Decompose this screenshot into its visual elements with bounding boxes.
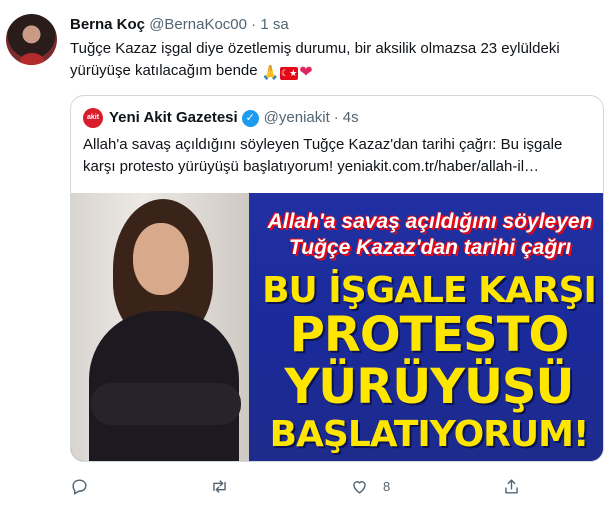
heart-icon (353, 480, 366, 494)
quoted-tweet[interactable]: akit Yeni Akit Gazetesi ✓ @yeniakit · 4s… (70, 95, 604, 462)
photo-face (133, 223, 189, 295)
quoted-author-name[interactable]: Yeni Akit Gazetesi (109, 108, 238, 128)
tweet-body: Tuğçe Kazaz işgal diye özetlemiş durumu,… (70, 40, 560, 79)
red-heart-icon: ❤ (299, 64, 313, 81)
image-big-line1: BU İŞGALE KARŞI (262, 270, 597, 311)
author-handle[interactable]: @BernaKoc00 (149, 16, 247, 33)
reply-icon (72, 478, 87, 495)
image-headline-line1: Allah'a savaş açıldığını söyleyen (267, 210, 593, 233)
image-big-line4: BAŞLATIYORUM! (269, 414, 590, 455)
yeni-akit-logo-icon[interactable]: akit (83, 108, 103, 128)
image-big-line2: PROTESTO (289, 307, 570, 363)
folded-hands-icon: 🙏 (261, 64, 280, 80)
quoted-tweet-text: Allah'a savaş açıldığını söyleyen Tuğçe … (83, 136, 563, 175)
separator-dot: · (333, 109, 339, 126)
woman-photo (71, 193, 249, 461)
share-button[interactable] (502, 474, 521, 498)
image-headline-line2: Tuğçe Kazaz'dan tarihi çağrı (288, 236, 572, 259)
photo-arms (91, 383, 241, 425)
reply-button[interactable] (70, 474, 89, 498)
share-icon (505, 478, 518, 494)
author-name[interactable]: Berna Koç (70, 16, 145, 33)
like-button[interactable]: 8 (350, 474, 390, 498)
image-big-line3: YÜRÜYÜŞÜ (284, 359, 575, 415)
quoted-tweet-header: akit Yeni Akit Gazetesi ✓ @yeniakit · 4s (83, 108, 359, 128)
tweet-header: Berna Koç @BernaKoc00 · 1 sa (70, 15, 289, 35)
verified-badge-icon: ✓ (241, 109, 259, 127)
like-count: 8 (383, 478, 391, 494)
headline-panel: Allah'a savaş açıldığını söyleyen Tuğçe … (249, 193, 603, 461)
quoted-author-handle[interactable]: @yeniakit (264, 108, 330, 128)
quoted-tweet-time[interactable]: 4s (343, 108, 359, 128)
retweet-button[interactable] (210, 474, 229, 498)
retweet-icon (213, 479, 226, 493)
separator-dot: · (251, 16, 257, 33)
turkey-flag-icon: ☾★ (280, 67, 299, 80)
tweet-time[interactable]: 1 sa (260, 16, 288, 33)
tweet-actions: 8 (70, 474, 600, 498)
avatar[interactable] (6, 14, 57, 65)
tweet-text: Tuğçe Kazaz işgal diye özetlemiş durumu,… (70, 38, 600, 84)
quoted-tweet-image[interactable]: Allah'a savaş açıldığını söyleyen Tuğçe … (71, 193, 603, 461)
